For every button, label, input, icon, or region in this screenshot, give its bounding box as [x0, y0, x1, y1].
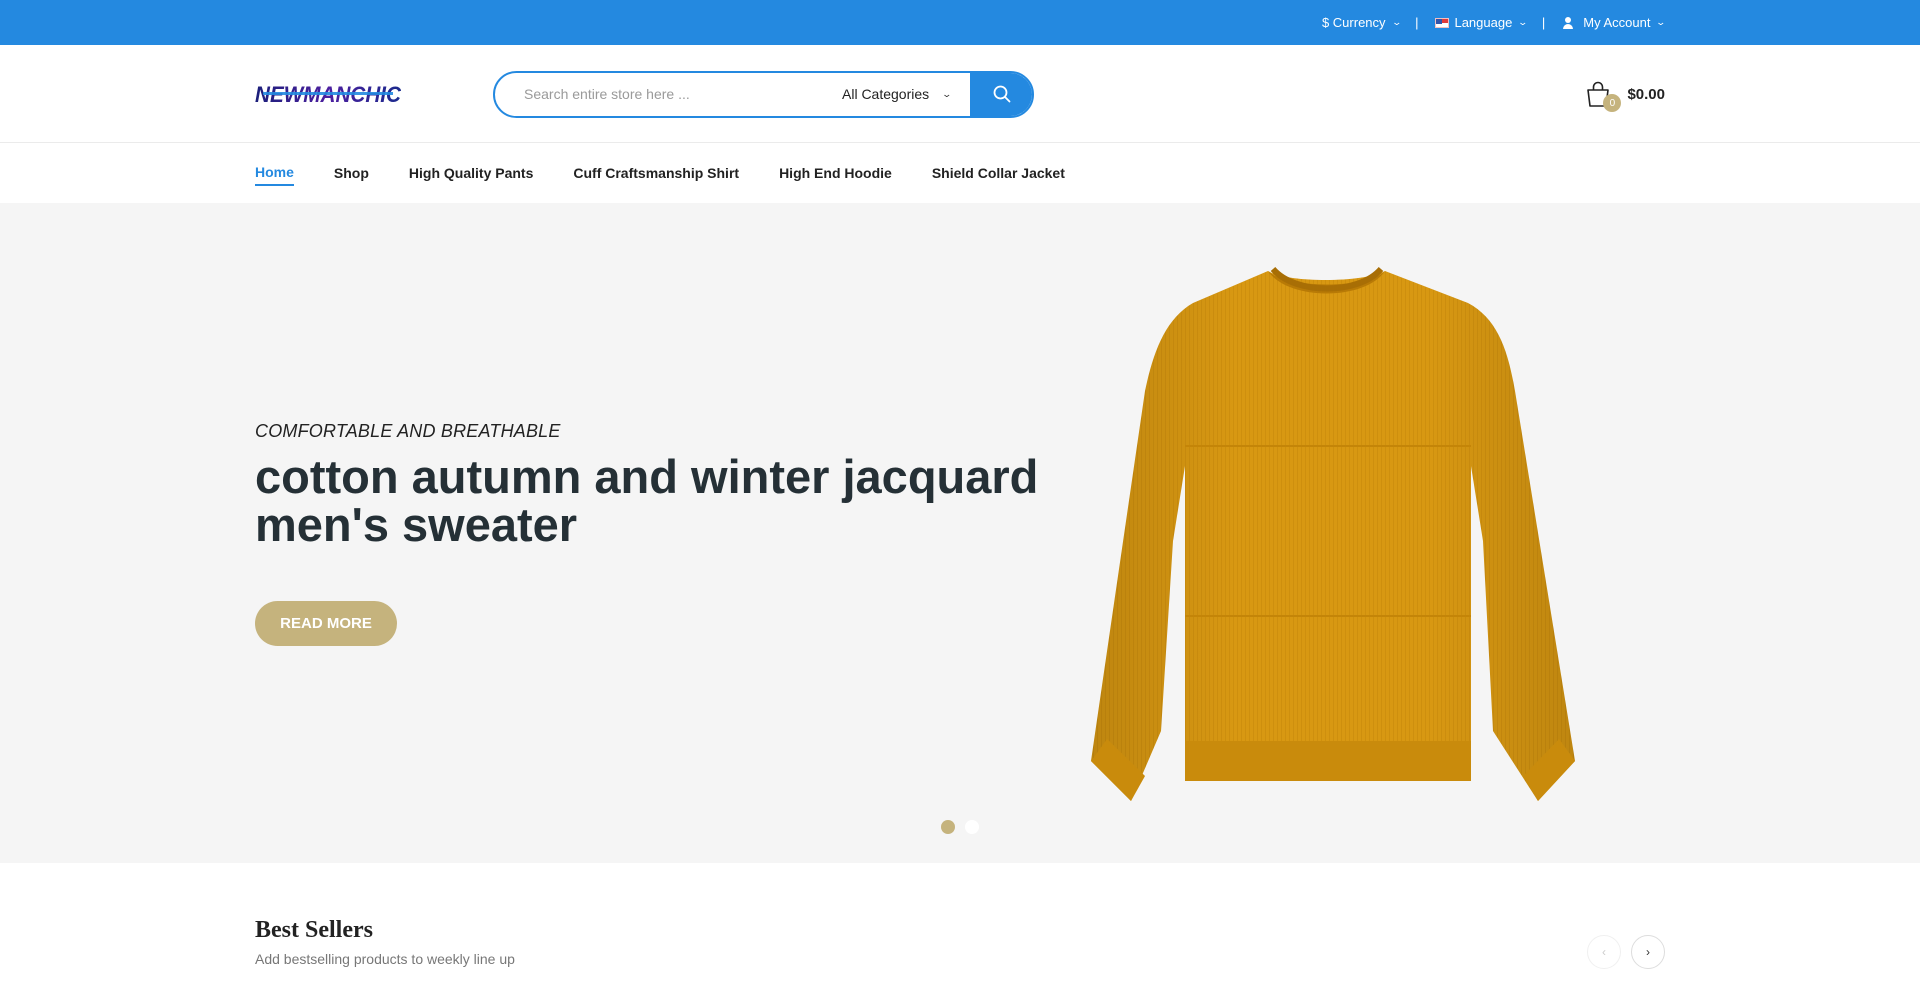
carousel-next-button[interactable]: ›	[1631, 935, 1665, 969]
account-label: My Account	[1583, 15, 1651, 30]
main-nav: Home Shop High Quality Pants Cuff Crafts…	[0, 143, 1920, 203]
chevron-down-icon: ⌄	[1517, 17, 1529, 27]
best-sellers-title: Best Sellers	[255, 917, 373, 943]
top-bar: $ Currency ⌄ | Language ⌄ | My Account ⌄	[0, 0, 1920, 45]
nav-item-high-end-hoodie[interactable]: High End Hoodie	[779, 161, 892, 185]
header: NEWMANCHIC All Categories ⌄	[0, 45, 1920, 143]
nav-item-shield-collar-jacket[interactable]: Shield Collar Jacket	[932, 161, 1065, 185]
search-icon	[993, 85, 1011, 103]
language-label: Language	[1454, 15, 1513, 30]
user-icon	[1562, 16, 1574, 29]
cart-icon-wrap: 0	[1585, 80, 1622, 112]
slider-dot-2[interactable]	[965, 820, 979, 834]
chevron-down-icon: ⌄	[1655, 17, 1667, 27]
read-more-button[interactable]: READ MORE	[255, 601, 397, 646]
top-separator: |	[1541, 15, 1546, 30]
carousel-prev-button[interactable]: ‹	[1587, 935, 1621, 969]
nav-item-high-quality-pants[interactable]: High Quality Pants	[409, 161, 533, 185]
hero-subtitle: COMFORTABLE AND BREATHABLE	[255, 421, 561, 441]
slider-dot-1[interactable]	[941, 820, 955, 834]
nav-item-cuff-craftsmanship-shirt[interactable]: Cuff Craftsmanship Shirt	[573, 161, 739, 185]
chevron-right-icon: ›	[1646, 945, 1650, 959]
nav-item-home[interactable]: Home	[255, 160, 294, 186]
language-dropdown[interactable]: Language ⌄	[1435, 15, 1529, 30]
chevron-down-icon: ⌄	[941, 88, 953, 99]
chevron-left-icon: ‹	[1602, 945, 1606, 959]
chevron-down-icon: ⌄	[1391, 17, 1402, 27]
cart-total: $0.00	[1627, 85, 1665, 103]
category-select[interactable]: All Categories ⌄	[830, 86, 970, 102]
site-logo[interactable]: NEWMANCHIC	[255, 83, 401, 105]
cart-button[interactable]: 0 $0.00	[1585, 80, 1665, 112]
best-sellers-section: Best Sellers Add bestselling products to…	[0, 863, 1920, 969]
sweater-image	[1091, 266, 1575, 801]
best-sellers-subtitle: Add bestselling products to weekly line …	[255, 951, 515, 967]
flag-icon	[1435, 17, 1450, 28]
hero-slider: COMFORTABLE AND BREATHABLE cotton autumn…	[0, 203, 1920, 863]
search-bar: All Categories ⌄	[493, 70, 1034, 118]
hero-title: cotton autumn and winter jacquard men's …	[255, 450, 1039, 551]
search-button[interactable]	[970, 72, 1032, 116]
nav-item-shop[interactable]: Shop	[334, 161, 369, 185]
currency-dropdown[interactable]: $ Currency ⌄	[1321, 15, 1402, 30]
top-separator: |	[1415, 15, 1419, 30]
cart-count-badge: 0	[1603, 94, 1622, 112]
category-label: All Categories	[842, 86, 930, 102]
slider-dots	[941, 820, 979, 834]
search-input[interactable]	[495, 72, 830, 116]
currency-label: $ Currency	[1321, 15, 1386, 30]
account-dropdown[interactable]: My Account ⌄	[1562, 15, 1667, 30]
